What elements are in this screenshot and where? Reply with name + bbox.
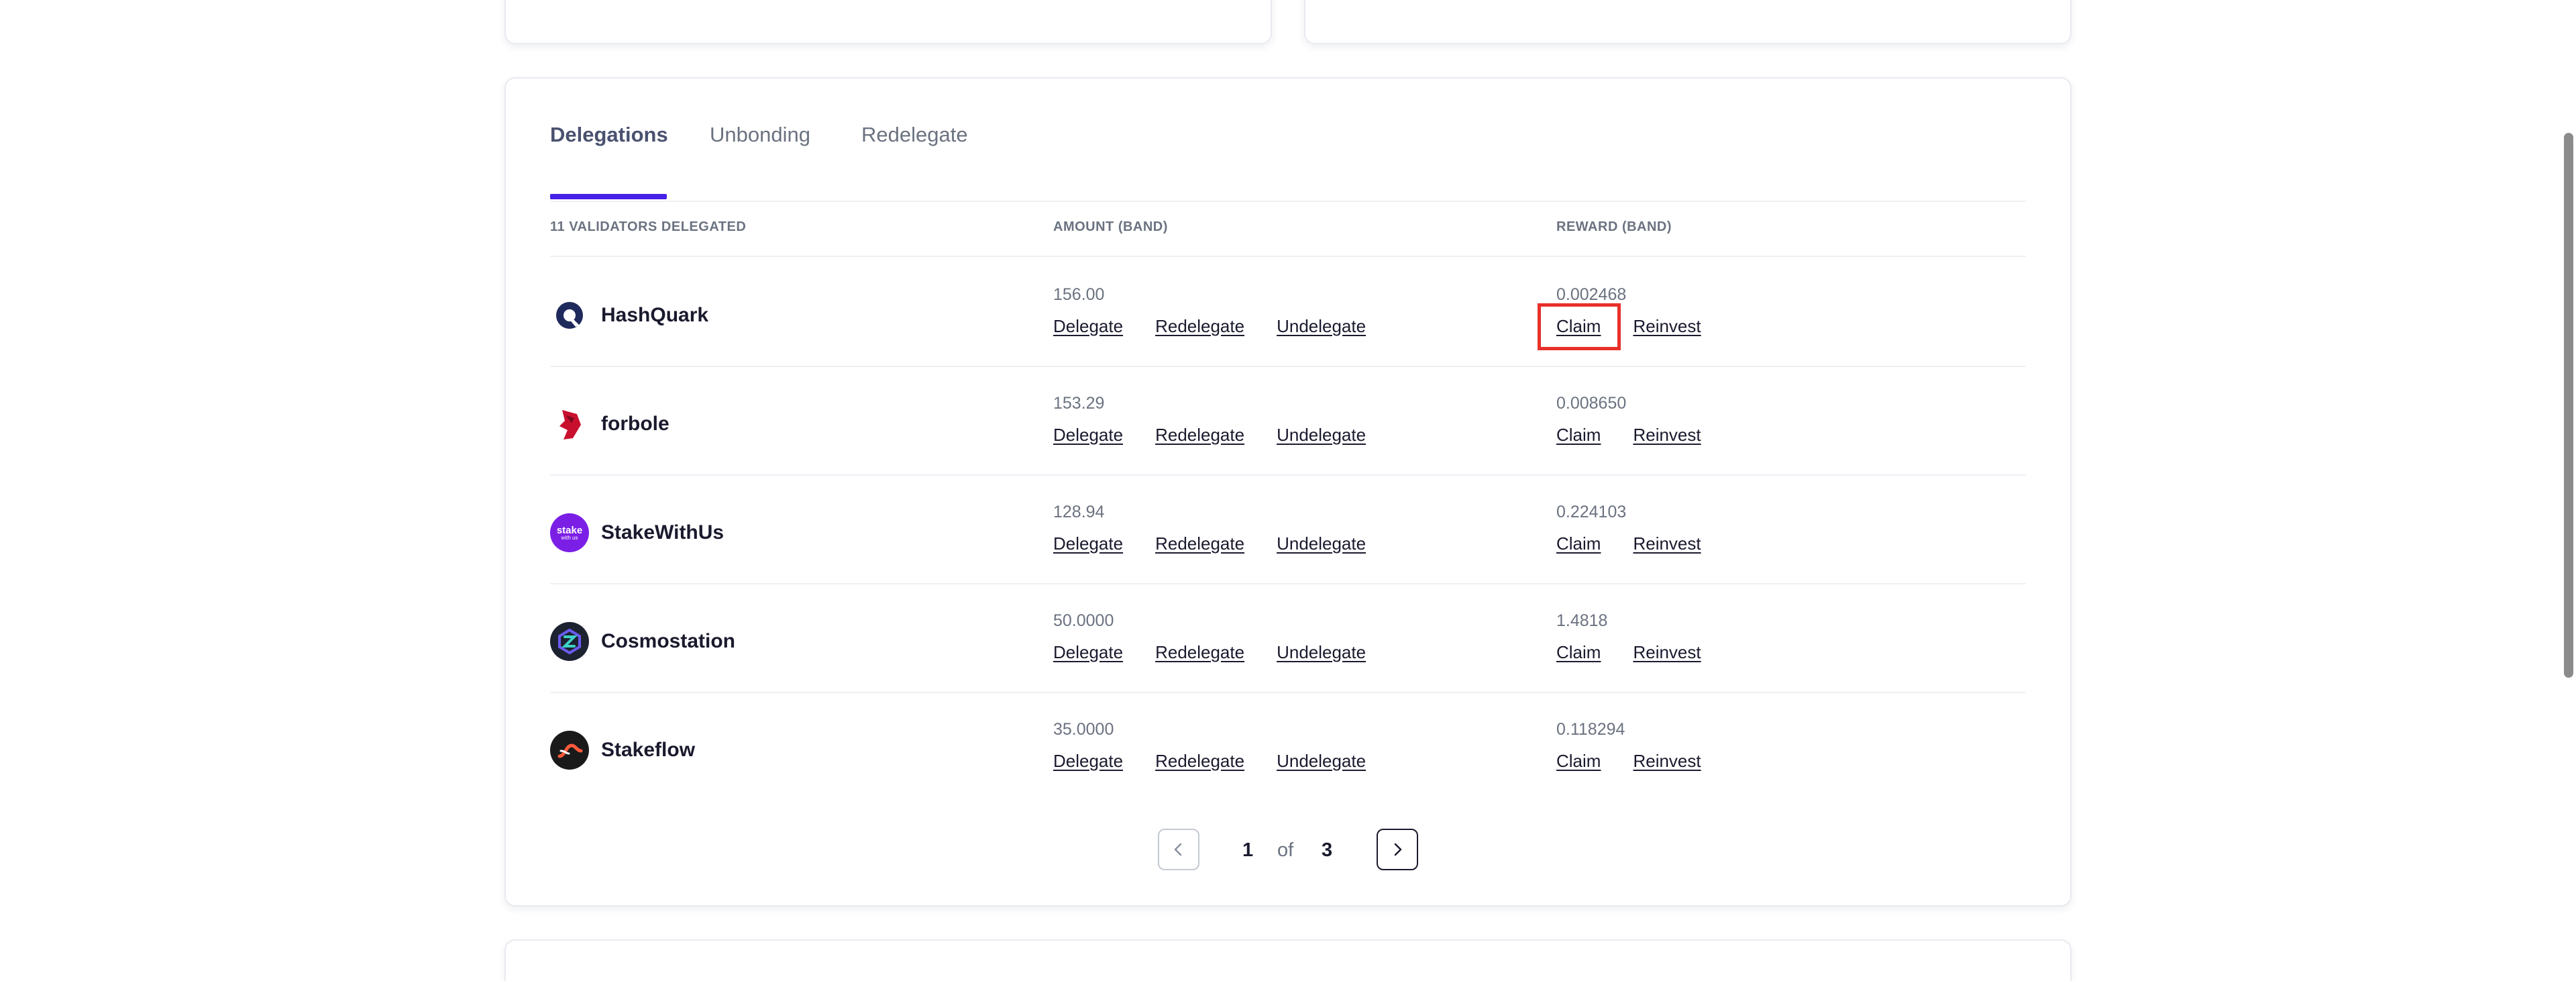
delegate-link[interactable]: Delegate (1053, 751, 1123, 772)
validator-cell[interactable]: Cosmostation (550, 622, 735, 661)
reinvest-link[interactable]: Reinvest (1633, 425, 1701, 446)
redelegate-link[interactable]: Redelegate (1155, 642, 1244, 663)
active-tab-indicator (550, 194, 667, 199)
amount-value: 50.0000 (1053, 611, 1114, 630)
reinvest-link[interactable]: Reinvest (1633, 533, 1701, 554)
undelegate-link[interactable]: Undelegate (1277, 642, 1366, 663)
reward-value: 0.118294 (1556, 720, 1625, 739)
bottom-card (504, 939, 2072, 981)
claim-link[interactable]: Claim (1556, 316, 1601, 337)
amount-actions: Delegate Redelegate Undelegate (1053, 642, 1366, 663)
reward-actions: Claim Reinvest (1556, 425, 1701, 446)
amount-actions: Delegate Redelegate Undelegate (1053, 425, 1366, 446)
stakewithus-logo-icon: stake with us (550, 513, 589, 552)
table-row: forbole 153.29 Delegate Redelegate Undel… (550, 366, 2026, 476)
reward-actions: Claim Reinvest (1556, 751, 1701, 772)
tab-redelegate[interactable]: Redelegate (861, 123, 968, 147)
amount-header: AMOUNT (BAND) (1053, 219, 1168, 234)
undelegate-link[interactable]: Undelegate (1277, 425, 1366, 446)
delegate-link[interactable]: Delegate (1053, 425, 1123, 446)
hashquark-logo-icon (550, 296, 589, 335)
validator-cell[interactable]: forbole (550, 405, 669, 444)
reward-value: 0.224103 (1556, 503, 1627, 521)
validator-cell[interactable]: HashQuark (550, 296, 708, 335)
delegations-card: Delegations Unbonding Redelegate 11 VALI… (504, 77, 2072, 907)
validator-name: Cosmostation (601, 630, 736, 652)
amount-actions: Delegate Redelegate Undelegate (1053, 751, 1366, 772)
page-of-label: of (1277, 839, 1294, 861)
reinvest-link[interactable]: Reinvest (1633, 642, 1701, 663)
table-row: Cosmostation 50.0000 Delegate Redelegate… (550, 583, 2026, 693)
redelegate-link[interactable]: Redelegate (1155, 316, 1244, 337)
claim-link[interactable]: Claim (1556, 751, 1601, 772)
tab-unbonding[interactable]: Unbonding (710, 123, 810, 147)
top-right-card (1304, 0, 2072, 44)
delegate-link[interactable]: Delegate (1053, 642, 1123, 663)
amount-value: 128.94 (1053, 503, 1105, 521)
reward-value: 0.008650 (1556, 394, 1627, 413)
amount-value: 153.29 (1053, 394, 1105, 413)
delegate-link[interactable]: Delegate (1053, 316, 1123, 337)
undelegate-link[interactable]: Undelegate (1277, 751, 1366, 772)
current-page: 1 (1242, 839, 1254, 861)
validator-name: HashQuark (601, 304, 709, 326)
page: Delegations Unbonding Redelegate 11 VALI… (0, 0, 2576, 981)
stakewithus-logo-subtext: with us (561, 534, 578, 541)
amount-value: 35.0000 (1053, 720, 1114, 739)
reward-value: 1.4818 (1556, 611, 1608, 630)
reward-actions: Claim Reinvest (1556, 316, 1701, 337)
reward-header: REWARD (BAND) (1556, 219, 1672, 234)
table-row: Stakeflow 35.0000 Delegate Redelegate Un… (550, 692, 2026, 801)
delegate-link[interactable]: Delegate (1053, 533, 1123, 554)
undelegate-link[interactable]: Undelegate (1277, 533, 1366, 554)
validator-name: StakeWithUs (601, 521, 724, 544)
validator-name: Stakeflow (601, 739, 696, 761)
redelegate-link[interactable]: Redelegate (1155, 751, 1244, 772)
claim-link[interactable]: Claim (1556, 533, 1601, 554)
table-row: stake with us StakeWithUs 128.94 Delegat… (550, 474, 2026, 584)
claim-link[interactable]: Claim (1556, 425, 1601, 446)
previous-page-button[interactable] (1158, 829, 1199, 870)
undelegate-link[interactable]: Undelegate (1277, 316, 1366, 337)
scrollbar[interactable] (2561, 0, 2576, 981)
validators-header: 11 VALIDATORS DELEGATED (550, 219, 747, 234)
table-row: HashQuark 156.00 Delegate Redelegate Und… (550, 257, 2026, 367)
redelegate-link[interactable]: Redelegate (1155, 533, 1244, 554)
claim-link[interactable]: Claim (1556, 642, 1601, 663)
reinvest-link[interactable]: Reinvest (1633, 316, 1701, 337)
pagination: 1 of 3 (506, 829, 2070, 873)
amount-actions: Delegate Redelegate Undelegate (1053, 533, 1366, 554)
stakewithus-logo-text: stake (556, 524, 583, 536)
reward-value: 0.002468 (1556, 285, 1627, 304)
validator-cell[interactable]: stake with us StakeWithUs (550, 513, 724, 552)
cosmostation-logo-icon (550, 622, 589, 661)
reward-actions: Claim Reinvest (1556, 533, 1701, 554)
stakeflow-logo-icon (550, 731, 589, 770)
total-pages: 3 (1322, 839, 1333, 861)
validator-cell[interactable]: Stakeflow (550, 731, 695, 770)
next-page-button[interactable] (1377, 829, 1418, 870)
top-left-card (504, 0, 1272, 44)
chevron-right-icon (1394, 843, 1402, 856)
forbole-logo-icon (550, 405, 589, 444)
chevron-left-icon (1174, 843, 1182, 856)
reward-actions: Claim Reinvest (1556, 642, 1701, 663)
amount-actions: Delegate Redelegate Undelegate (1053, 316, 1366, 337)
redelegate-link[interactable]: Redelegate (1155, 425, 1244, 446)
reinvest-link[interactable]: Reinvest (1633, 751, 1701, 772)
tab-delegations[interactable]: Delegations (550, 123, 668, 147)
tab-bar: Delegations Unbonding Redelegate (550, 79, 2026, 202)
amount-value: 156.00 (1053, 285, 1105, 304)
scrollbar-thumb[interactable] (2564, 133, 2573, 678)
validator-name: forbole (601, 413, 669, 435)
